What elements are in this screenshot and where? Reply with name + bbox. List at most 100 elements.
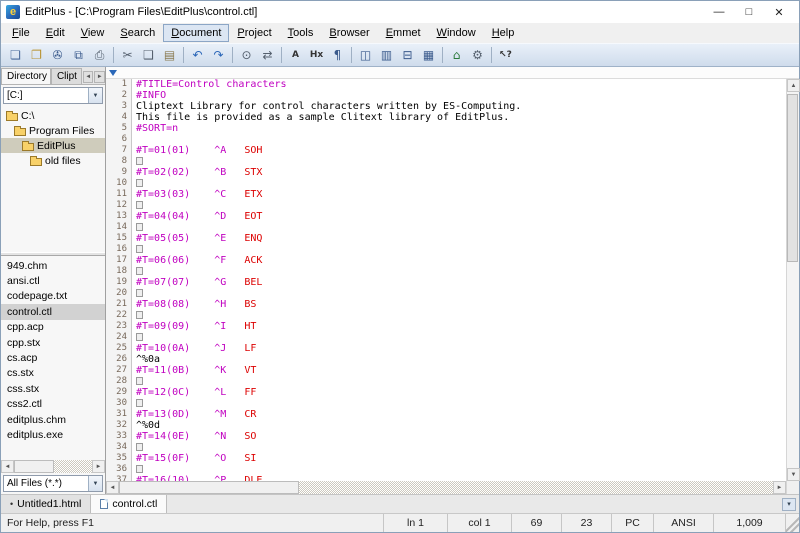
- chevron-down-icon[interactable]: ▼: [88, 88, 102, 103]
- scroll-track[interactable]: [14, 460, 92, 473]
- scroll-track[interactable]: [787, 92, 799, 468]
- open-file-icon[interactable]: ❐: [26, 45, 47, 65]
- toolbar-separator: [442, 47, 443, 63]
- scroll-left-icon[interactable]: ◄: [1, 460, 14, 473]
- control-char-icon: [136, 245, 143, 253]
- print-icon[interactable]: ⎙: [89, 45, 110, 65]
- cliptext-window-icon[interactable]: ▥: [376, 45, 397, 65]
- horizontal-scrollbar: ◄ ►: [106, 481, 799, 494]
- scroll-thumb[interactable]: [119, 481, 299, 494]
- save-all-icon[interactable]: ⧉: [68, 45, 89, 65]
- line-number: 16: [106, 244, 132, 255]
- status-help-text: For Help, press F1: [1, 514, 383, 532]
- maximize-icon[interactable]: □: [734, 2, 764, 22]
- file-filter-combo[interactable]: All Files (*.*) ▼: [3, 475, 103, 492]
- cut-icon[interactable]: ✂: [117, 45, 138, 65]
- menu-emmet[interactable]: Emmet: [378, 24, 429, 42]
- editor-line: 19#T=07(07) ^G BEL: [106, 277, 786, 288]
- file-item[interactable]: ansi.ctl: [1, 273, 105, 288]
- close-icon[interactable]: ✕: [764, 2, 794, 22]
- document-list-icon[interactable]: ▦: [418, 45, 439, 65]
- tab-list-icon[interactable]: ▾: [782, 498, 796, 511]
- file-item[interactable]: cs.stx: [1, 366, 105, 381]
- menu-window[interactable]: Window: [429, 24, 484, 42]
- scroll-down-icon[interactable]: ▼: [787, 468, 800, 481]
- line-text: Cliptext Library for control characters …: [132, 101, 521, 112]
- line-text: [132, 464, 143, 475]
- editor-line: 24: [106, 332, 786, 343]
- tab-bar-filler: [167, 495, 782, 513]
- ruler-marker-icon[interactable]: [109, 70, 117, 76]
- line-text: This file is provided as a sample Clitex…: [132, 112, 509, 123]
- file-item[interactable]: css2.ctl: [1, 397, 105, 412]
- tab-scroll-right-icon[interactable]: ►: [94, 71, 105, 83]
- line-text: #T=04(04) ^D EOT: [132, 211, 262, 222]
- replace-icon[interactable]: ⇄: [257, 45, 278, 65]
- scroll-thumb[interactable]: [787, 94, 798, 262]
- scroll-left-icon[interactable]: ◄: [106, 481, 119, 494]
- save-icon[interactable]: ✇: [47, 45, 68, 65]
- file-item[interactable]: css.stx: [1, 381, 105, 396]
- word-wrap-icon[interactable]: ¶: [327, 45, 348, 65]
- resize-grip[interactable]: [785, 514, 799, 532]
- menu-search[interactable]: Search: [112, 24, 163, 42]
- menu-view[interactable]: View: [73, 24, 113, 42]
- file-item[interactable]: 949.chm: [1, 258, 105, 273]
- tree-item[interactable]: Program Files: [1, 123, 105, 138]
- redo-icon[interactable]: ↷: [208, 45, 229, 65]
- doc-tab-control-ctl[interactable]: control.ctl: [91, 495, 167, 513]
- scroll-up-icon[interactable]: ▲: [787, 79, 800, 92]
- line-number: 32: [106, 420, 132, 431]
- line-text: [132, 376, 143, 387]
- undo-icon[interactable]: ↶: [187, 45, 208, 65]
- tree-item[interactable]: EditPlus: [1, 138, 105, 153]
- line-number: 31: [106, 409, 132, 420]
- directory-window-icon[interactable]: ◫: [355, 45, 376, 65]
- file-item[interactable]: editplus.exe: [1, 427, 105, 442]
- file-item[interactable]: cpp.acp: [1, 320, 105, 335]
- editor-line: 1#TITLE=Control characters: [106, 79, 786, 90]
- context-help-icon[interactable]: ↖?: [495, 45, 516, 65]
- menu-file[interactable]: File: [4, 24, 38, 42]
- file-item[interactable]: cpp.stx: [1, 335, 105, 350]
- tree-item[interactable]: old files: [1, 153, 105, 168]
- menu-help[interactable]: Help: [484, 24, 523, 42]
- scroll-right-icon[interactable]: ►: [773, 481, 786, 494]
- tab-scroll-left-icon[interactable]: ◄: [83, 71, 94, 83]
- folder-icon: [6, 113, 18, 121]
- app-icon[interactable]: [6, 5, 20, 19]
- file-item[interactable]: control.ctl: [1, 304, 105, 319]
- copy-icon[interactable]: ❑: [138, 45, 159, 65]
- control-char-icon: [136, 399, 143, 407]
- chevron-down-icon[interactable]: ▼: [88, 476, 102, 491]
- scroll-right-icon[interactable]: ►: [92, 460, 105, 473]
- menu-tools[interactable]: Tools: [280, 24, 322, 42]
- file-item[interactable]: codepage.txt: [1, 289, 105, 304]
- font-icon[interactable]: A: [285, 45, 306, 65]
- tree-item[interactable]: C:\: [1, 108, 105, 123]
- line-number: 6: [106, 134, 132, 145]
- menu-project[interactable]: Project: [229, 24, 279, 42]
- paste-icon[interactable]: ▤: [159, 45, 180, 65]
- minimize-icon[interactable]: —: [704, 2, 734, 22]
- find-icon[interactable]: ⊙: [236, 45, 257, 65]
- line-number: 25: [106, 343, 132, 354]
- scroll-thumb[interactable]: [14, 460, 54, 473]
- browser-icon[interactable]: ⌂: [446, 45, 467, 65]
- drive-combo[interactable]: [C:] ▼: [3, 87, 103, 104]
- new-file-icon[interactable]: ❏: [5, 45, 26, 65]
- settings-icon[interactable]: ⚙: [467, 45, 488, 65]
- output-window-icon[interactable]: ⊟: [397, 45, 418, 65]
- file-item[interactable]: editplus.chm: [1, 412, 105, 427]
- hex-viewer-icon[interactable]: Hx: [306, 45, 327, 65]
- text-content[interactable]: 1#TITLE=Control characters2#INFO3Cliptex…: [106, 79, 786, 481]
- scroll-track[interactable]: [119, 481, 773, 494]
- menu-edit[interactable]: Edit: [38, 24, 73, 42]
- sidebar-tab-clipt[interactable]: Clipt: [51, 68, 82, 84]
- file-item[interactable]: cs.acp: [1, 350, 105, 365]
- sidebar-tab-directory[interactable]: Directory: [1, 68, 51, 84]
- control-char-icon: [136, 201, 143, 209]
- menu-browser[interactable]: Browser: [321, 24, 377, 42]
- doc-tab-untitled1-html[interactable]: •Untitled1.html: [1, 495, 91, 513]
- menu-document[interactable]: Document: [163, 24, 229, 42]
